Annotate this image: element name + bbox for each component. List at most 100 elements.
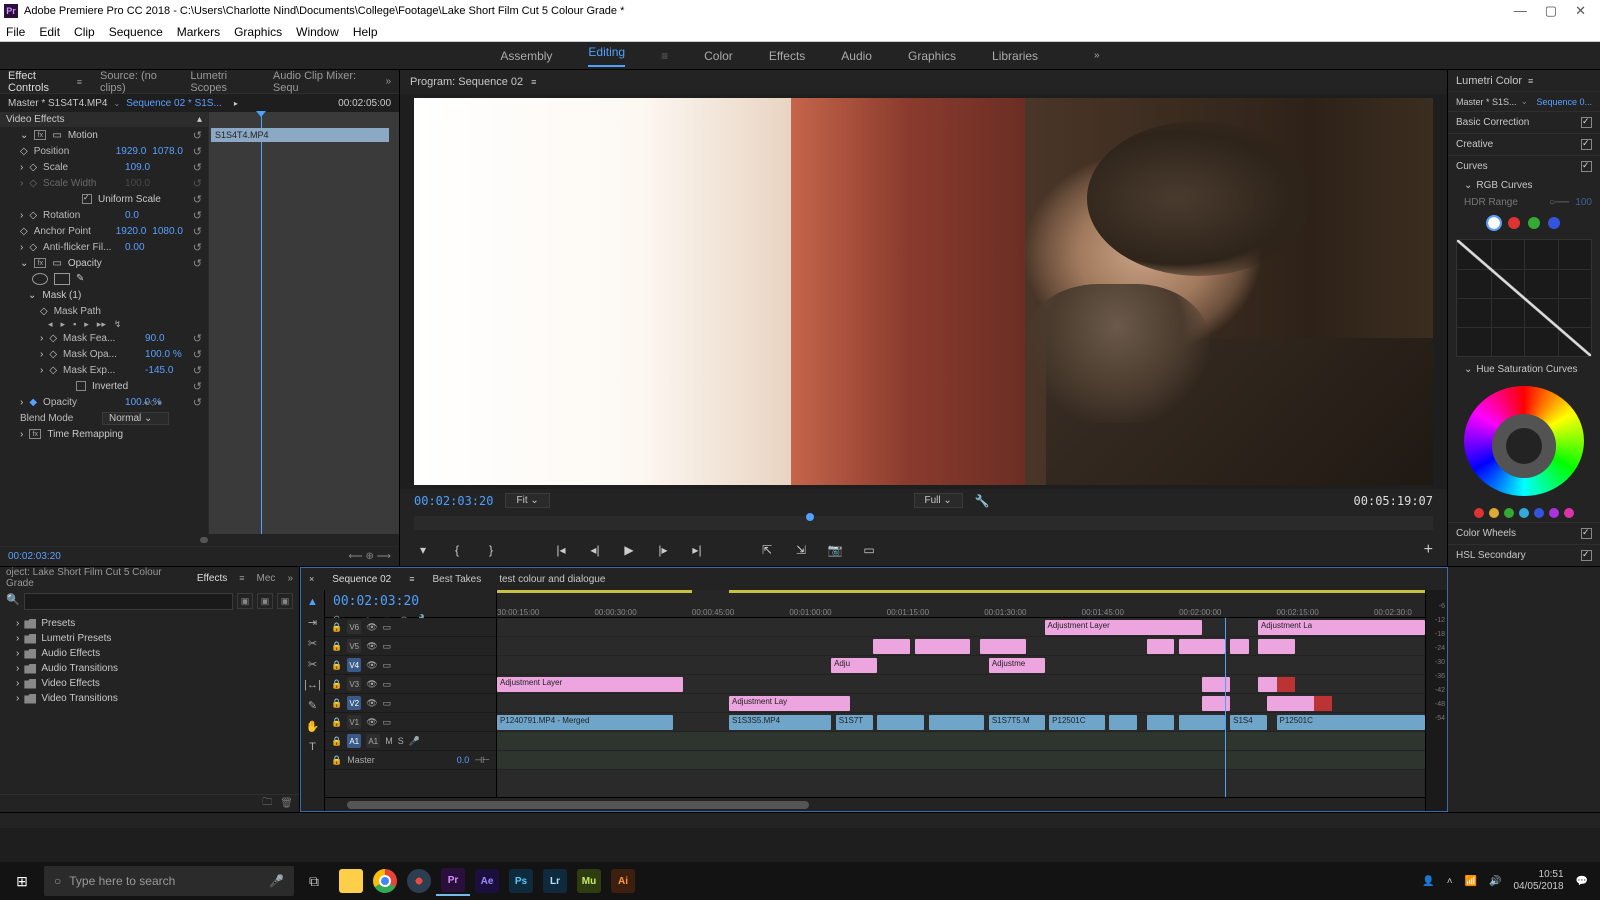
menu-graphics[interactable]: Graphics — [234, 25, 282, 39]
minimize-button[interactable]: — — [1514, 3, 1527, 19]
workspace-color[interactable]: Color — [704, 49, 733, 63]
clip[interactable] — [1147, 639, 1175, 654]
step-back-button[interactable]: ◂| — [586, 543, 604, 557]
ec-clip-bar[interactable]: S1S4T4.MP4 — [211, 128, 389, 142]
button-editor-icon[interactable]: + — [1424, 541, 1433, 559]
prop-mask-feather[interactable]: ›◇Mask Fea...90.0↺ — [0, 330, 208, 346]
sequence-clip-link[interactable]: Sequence 02 * S1S... — [126, 98, 222, 109]
delete-icon[interactable]: 🗑 — [280, 798, 293, 809]
clip[interactable]: P1240791.MP4 - Merged — [497, 715, 673, 730]
clip[interactable] — [1109, 715, 1137, 730]
program-timecode[interactable]: 00:02:03:20 — [414, 494, 493, 508]
clip[interactable]: Adjustment Layer — [1045, 620, 1203, 635]
tab-audio-mixer[interactable]: Audio Clip Mixer: Sequ — [273, 70, 368, 94]
clip[interactable] — [1230, 639, 1249, 654]
taskbar-app[interactable]: Mu — [572, 866, 606, 896]
mask-group[interactable]: ⌄Mask (1) — [0, 287, 208, 303]
chevron-down-icon[interactable]: ⌄ — [113, 99, 120, 108]
workspace-overflow-icon[interactable]: » — [1094, 50, 1100, 61]
play-button[interactable]: ▶ — [620, 543, 638, 557]
lift-button[interactable]: ⇱ — [758, 543, 776, 557]
clip[interactable] — [1179, 715, 1225, 730]
taskbar-app[interactable] — [334, 866, 368, 896]
clip[interactable] — [929, 715, 985, 730]
workspace-assembly[interactable]: Assembly — [500, 49, 552, 63]
clip[interactable] — [1147, 715, 1175, 730]
new-bin-icon[interactable]: 🗀 — [262, 795, 272, 812]
workspace-effects[interactable]: Effects — [769, 49, 805, 63]
tab-best-takes[interactable]: Best Takes — [432, 574, 481, 585]
effects-folder[interactable]: ›Audio Effects — [6, 646, 293, 661]
tab-effect-controls[interactable]: Effect Controls — [8, 70, 69, 94]
pen-tool-icon[interactable]: ✎ — [308, 699, 317, 712]
track-header-v3[interactable]: 🔒V3👁▭ — [325, 675, 496, 694]
menu-window[interactable]: Window — [296, 25, 339, 39]
comparison-view-button[interactable]: ▭ — [860, 543, 878, 557]
ec-playhead[interactable] — [261, 112, 262, 534]
track-header-v6[interactable]: 🔒V6👁▭ — [325, 618, 496, 637]
ec-current-timecode[interactable]: 00:02:03:20 — [8, 551, 61, 562]
prop-mask-opacity[interactable]: ›◇Mask Opa...100.0 %↺ — [0, 346, 208, 362]
clip[interactable] — [873, 639, 910, 654]
prop-uniform-scale[interactable]: Uniform Scale↺ — [0, 191, 208, 207]
mark-clip-out-button[interactable]: } — [482, 543, 500, 557]
hand-tool-icon[interactable]: ✋ — [306, 720, 320, 733]
search-input[interactable] — [24, 593, 233, 610]
menu-help[interactable]: Help — [353, 25, 378, 39]
selection-tool-icon[interactable]: ▲ — [307, 596, 318, 608]
prop-flicker[interactable]: ›◇Anti-flicker Fil...0.00↺ — [0, 239, 208, 255]
panel-menu-icon[interactable]: ≡ — [77, 77, 82, 87]
fx-badge-2-icon[interactable]: ▣ — [257, 593, 273, 609]
rgb-curves-header[interactable]: ⌄RGB Curves — [1448, 177, 1600, 194]
razor-tool-icon[interactable]: ✂ — [308, 658, 317, 671]
timeline-timecode[interactable]: 00:02:03:20 — [325, 590, 496, 613]
effect-controls-timeline[interactable]: S1S4T4.MP4 — [208, 112, 399, 534]
clip[interactable]: P12501C — [1277, 715, 1425, 730]
timeline-scrollbar[interactable] — [325, 797, 1425, 811]
tab-source[interactable]: Source: (no clips) — [100, 70, 172, 94]
prop-anchor[interactable]: ◇Anchor Point1920.01080.0↺ — [0, 223, 208, 239]
taskbar-app[interactable]: Pr — [436, 866, 470, 896]
clip[interactable] — [1179, 639, 1225, 654]
system-tray[interactable]: 👤˄📶🔊 10:5104/05/2018 💬 — [1422, 869, 1596, 893]
effects-folder[interactable]: ›Lumetri Presets — [6, 631, 293, 646]
panel-menu-icon[interactable]: ≡ — [1528, 76, 1533, 86]
effects-folder[interactable]: ›Video Transitions — [6, 691, 293, 706]
fx-opacity[interactable]: ⌄fx▭Opacity↺ — [0, 255, 208, 271]
reset-icon[interactable]: ↺ — [193, 129, 202, 142]
ripple-tool-icon[interactable]: ✂ — [308, 637, 317, 650]
mask-track-controls[interactable]: ◂▸▪▸▸▸↯ — [0, 319, 208, 330]
panel-menu-icon[interactable]: ≡ — [531, 77, 536, 87]
clip[interactable]: S1S7T5.M — [989, 715, 1045, 730]
taskbar-app[interactable]: Ps — [504, 866, 538, 896]
tab-test-colour[interactable]: test colour and dialogue — [499, 574, 605, 585]
clip[interactable]: P12501C — [1049, 715, 1105, 730]
taskbar-search[interactable]: ○Type here to search🎤 — [44, 866, 294, 896]
menu-markers[interactable]: Markers — [177, 25, 220, 39]
workspace-libraries[interactable]: Libraries — [992, 49, 1038, 63]
prop-mask-expansion[interactable]: ›◇Mask Exp...-145.0↺ — [0, 362, 208, 378]
effects-folder[interactable]: ›Presets — [6, 616, 293, 631]
hue-sat-header[interactable]: ⌄Hue Saturation Curves — [1448, 361, 1600, 378]
clip[interactable] — [877, 715, 923, 730]
tab-media[interactable]: Mec — [257, 573, 276, 584]
lumetri-curves[interactable]: Curves — [1448, 155, 1600, 177]
taskbar-app[interactable] — [402, 866, 436, 896]
tabs-overflow-icon[interactable]: » — [287, 573, 293, 584]
menu-sequence[interactable]: Sequence — [109, 25, 163, 39]
track-header-v5[interactable]: 🔒V5👁▭ — [325, 637, 496, 656]
menu-edit[interactable]: Edit — [39, 25, 60, 39]
hue-saturation-wheel[interactable] — [1464, 386, 1584, 496]
track-header-v2[interactable]: 🔒V2👁▭ — [325, 694, 496, 713]
workspace-audio[interactable]: Audio — [841, 49, 872, 63]
rgb-channel-selector[interactable] — [1448, 211, 1600, 235]
export-frame-button[interactable]: 📷 — [826, 543, 844, 557]
resolution-select[interactable]: Full ⌄ — [914, 493, 963, 508]
extract-button[interactable]: ⇲ — [792, 543, 810, 557]
timeline-tracks[interactable]: Adjustment LayerAdjustment LaAdjuAdjustm… — [497, 618, 1425, 797]
go-to-out-button[interactable]: ▸| — [688, 543, 706, 557]
menu-clip[interactable]: Clip — [74, 25, 95, 39]
menu-file[interactable]: File — [6, 25, 25, 39]
prop-mask-path[interactable]: ◇Mask Path — [0, 303, 208, 319]
prop-opacity[interactable]: ›◆Opacity100.0 %◂ ◇ ▸↺ — [0, 394, 208, 410]
